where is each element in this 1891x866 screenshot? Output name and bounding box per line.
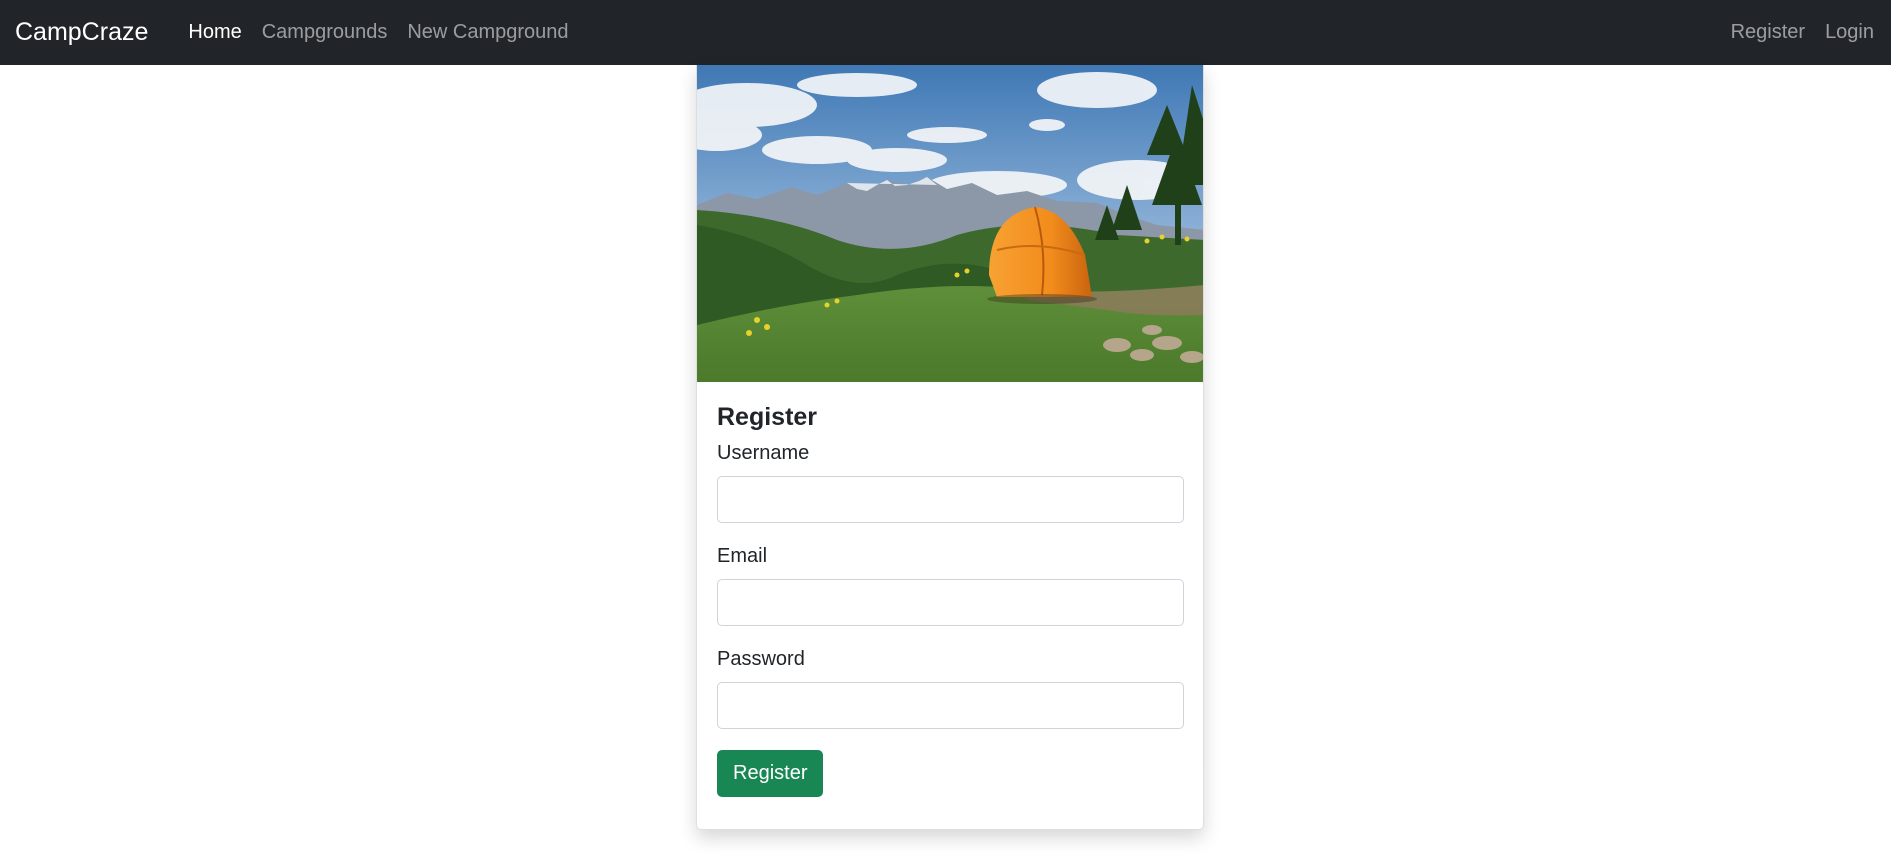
nav-link-login[interactable]: Login bbox=[1815, 21, 1876, 44]
username-label: Username bbox=[717, 442, 810, 464]
email-label: Email bbox=[717, 545, 768, 567]
password-group: Password bbox=[717, 646, 1184, 729]
campsite-image bbox=[697, 65, 1203, 382]
username-input[interactable] bbox=[717, 476, 1184, 523]
register-title: Register bbox=[717, 403, 818, 431]
email-input[interactable] bbox=[717, 579, 1184, 626]
register-card: Register Username Email Password Registe… bbox=[696, 65, 1204, 830]
password-label: Password bbox=[717, 648, 805, 670]
password-input[interactable] bbox=[717, 682, 1184, 729]
nav-right-links: Register Login bbox=[1721, 21, 1876, 44]
brand-logo-link[interactable]: CampCraze bbox=[15, 18, 148, 47]
nav-link-register[interactable]: Register bbox=[1721, 21, 1815, 44]
nav-link-campgrounds[interactable]: Campgrounds bbox=[252, 21, 398, 44]
email-group: Email bbox=[717, 543, 1184, 626]
register-form-body: Register Username Email Password Registe… bbox=[697, 382, 1203, 817]
nav-left-links: Home Campgrounds New Campground bbox=[178, 21, 578, 44]
nav-link-new-campground[interactable]: New Campground bbox=[397, 21, 578, 44]
top-navbar: CampCraze Home Campgrounds New Campgroun… bbox=[0, 0, 1891, 65]
register-submit-button[interactable]: Register bbox=[717, 750, 824, 797]
username-group: Username bbox=[717, 440, 1184, 523]
nav-link-home[interactable]: Home bbox=[178, 21, 251, 44]
